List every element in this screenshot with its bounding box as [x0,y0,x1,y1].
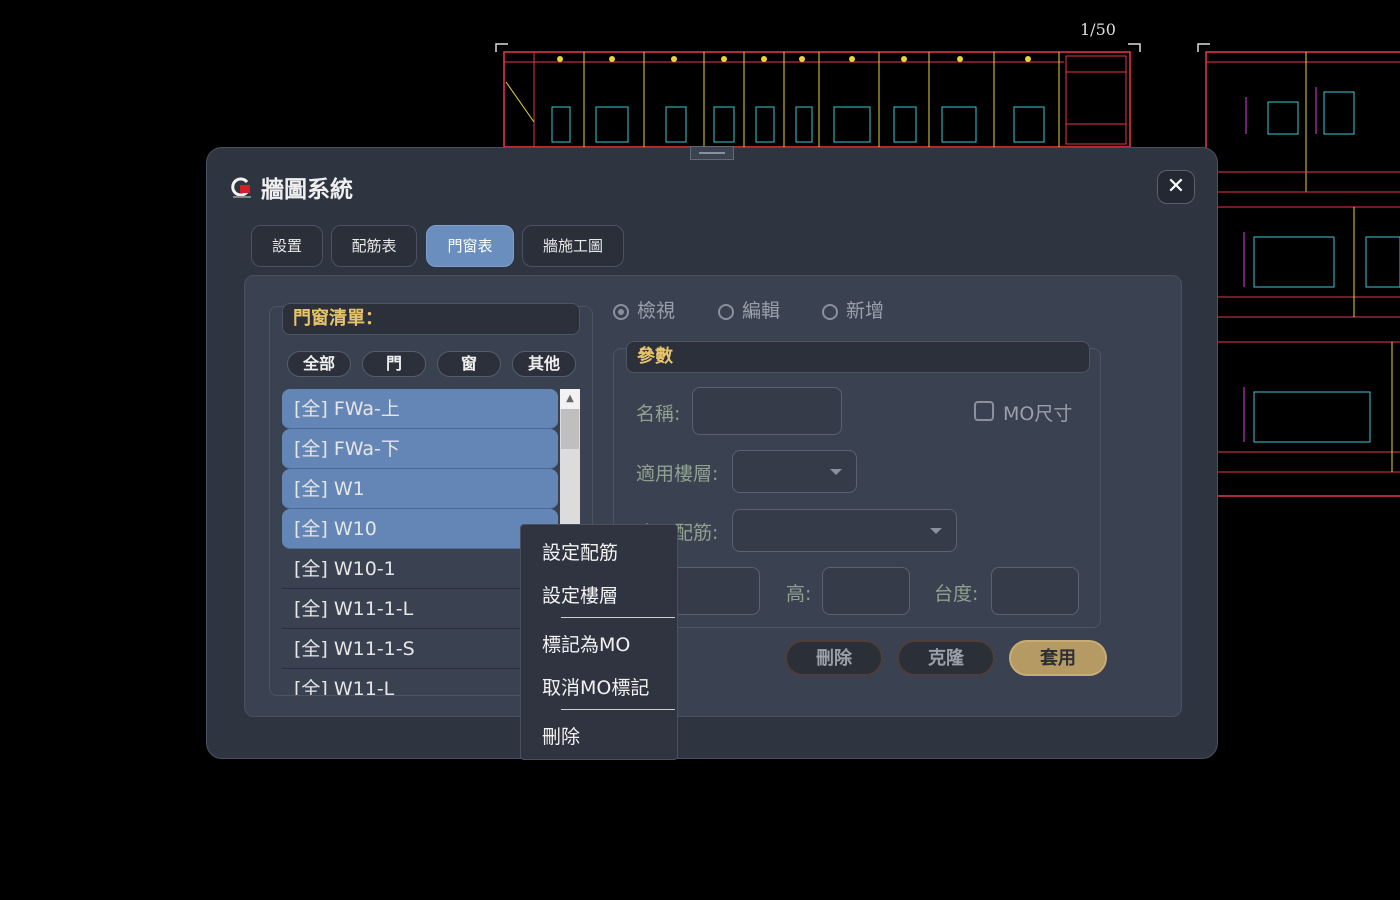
app-logo-icon [231,177,251,198]
list-item[interactable]: [全] W11-1-L [282,589,558,629]
sill-input[interactable] [991,567,1079,615]
chevron-down-icon [930,528,942,534]
tab-wall-construction[interactable]: 牆施工圖 [522,225,624,267]
list-item[interactable]: [全] W11-L [282,669,558,695]
floor-label: 適用樓層: [636,463,719,485]
list-item[interactable]: [全] W10 [282,509,558,549]
mode-view-radio[interactable]: 檢視 [613,296,675,322]
chevron-down-icon [830,469,842,475]
list-item[interactable]: [全] FWa-上 [282,389,558,429]
menu-separator [561,617,675,618]
filter-window-button[interactable]: 窗 [437,351,501,377]
name-label: 名稱: [636,403,681,425]
menu-item-mark-mo[interactable]: 標記為MO [542,630,630,657]
height-label: 高: [786,583,812,605]
menu-item-set-rebar[interactable]: 設定配筋 [542,538,618,565]
cad-drawing-sheet-1 [495,43,1141,148]
drawing-scale-label: 1/50 [1080,20,1116,39]
height-input[interactable] [822,567,910,615]
params-group: 參數 名稱: MO尺寸 適用樓層: 適用配筋: 高: 台度: [613,341,1101,628]
radio-unchecked-icon [718,304,734,320]
cad-drawing-sheet-2 [1197,43,1400,497]
width-input[interactable] [672,567,760,615]
tab-content-panel: 門窗清單： 全部 門 窗 其他 [全] FWa-上 [全] FWa-下 [全] … [244,275,1182,717]
mo-size-checkbox[interactable] [974,401,994,421]
list-item[interactable]: [全] W10-1 [282,549,558,589]
wall-drawing-dialog: 牆圖系統 ✕ 設置 配筋表 門窗表 牆施工圖 門窗清單： 全部 門 窗 其他 [… [206,146,1218,759]
scroll-up-icon[interactable]: ▲ [560,389,580,409]
menu-separator [561,709,675,710]
radio-checked-icon [613,304,629,320]
rebar-select[interactable] [732,509,957,552]
close-icon: ✕ [1166,174,1186,199]
scroll-thumb[interactable] [561,409,579,449]
filter-other-button[interactable]: 其他 [512,351,576,377]
menu-item-unmark-mo[interactable]: 取消MO標記 [542,673,649,700]
filter-all-button[interactable]: 全部 [287,351,351,377]
list-item[interactable]: [全] W1 [282,469,558,509]
params-title: 參數 [626,341,1090,373]
mode-new-label: 新增 [846,300,885,322]
tab-rebar-table[interactable]: 配筋表 [331,225,417,267]
apply-button[interactable]: 套用 [1009,640,1107,676]
mode-view-label: 檢視 [637,300,676,322]
floor-select[interactable] [732,450,857,493]
list-item[interactable]: [全] W11-1-S [282,629,558,669]
list-context-menu: 設定配筋 設定樓層 標記為MO 取消MO標記 刪除 [520,524,678,760]
tab-settings[interactable]: 設置 [251,225,323,267]
delete-button[interactable]: 刪除 [785,640,883,676]
filter-door-button[interactable]: 門 [362,351,426,377]
list-title: 門窗清單： [282,303,580,335]
drag-handle[interactable] [690,146,734,160]
sill-label: 台度: [934,583,979,605]
name-input[interactable] [692,387,842,435]
dialog-title: 牆圖系統 [261,177,353,203]
menu-item-set-floor[interactable]: 設定樓層 [542,581,618,608]
radio-unchecked-icon [822,304,838,320]
mode-edit-radio[interactable]: 編輯 [718,296,780,322]
list-item[interactable]: [全] FWa-下 [282,429,558,469]
close-button[interactable]: ✕ [1157,170,1195,204]
menu-item-delete[interactable]: 刪除 [542,722,580,749]
mode-new-radio[interactable]: 新增 [822,296,884,322]
tab-door-window-table[interactable]: 門窗表 [426,225,514,267]
mode-edit-label: 編輯 [742,300,781,322]
mo-size-label: MO尺寸 [1003,403,1073,425]
clone-button[interactable]: 克隆 [897,640,995,676]
